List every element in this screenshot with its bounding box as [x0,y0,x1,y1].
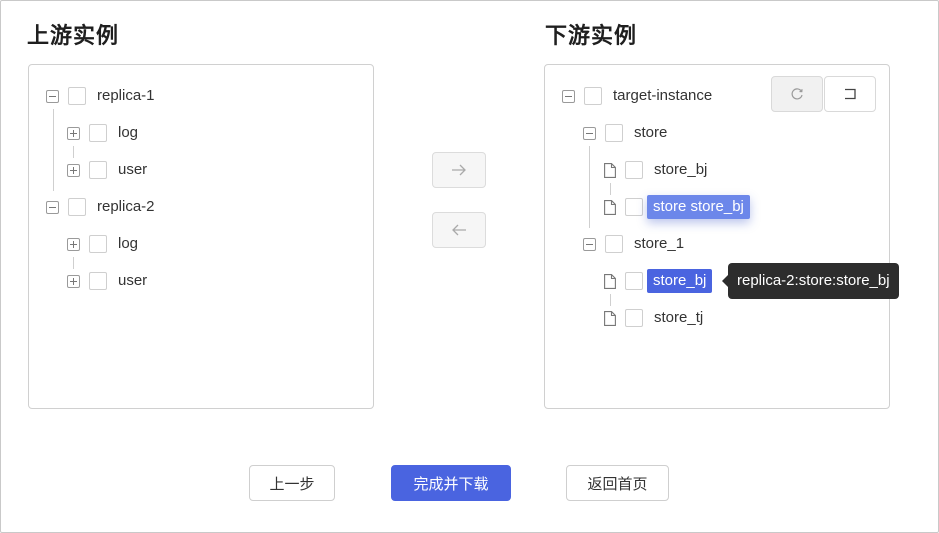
tree-node-log[interactable]: log [67,121,139,145]
node-label: store [634,124,668,141]
downstream-title: 下游实例 [545,24,638,49]
checkbox[interactable] [625,161,643,179]
tree-node-store-store-bj[interactable]: store store_bj [604,195,750,219]
upstream-title: 上游实例 [27,24,120,49]
expand-icon[interactable] [67,126,80,140]
file-icon [604,273,616,289]
checkbox[interactable] [625,272,643,290]
node-label: log [118,235,139,252]
tree-connector [73,146,74,158]
checkbox[interactable] [584,87,602,105]
tree-node-replica-2[interactable]: replica-2 [46,195,156,219]
collapse-icon[interactable] [562,89,575,103]
node-label-selected[interactable]: store_bj [647,269,713,293]
tree-node-store-tj[interactable]: store_tj [604,306,704,330]
tree-connector [610,294,611,306]
finish-download-button[interactable]: 完成并下载 [391,465,511,501]
collapse-icon[interactable] [583,237,596,251]
source-tooltip: replica-2:store:store_bj [722,263,899,299]
node-label: store_1 [634,235,685,252]
tree-connector [610,183,611,195]
file-icon [604,162,616,178]
tree-connector [589,146,590,228]
node-label: log [118,124,139,141]
tree-node-replica-1[interactable]: replica-1 [46,84,156,108]
node-label: target-instance [613,87,713,104]
collapse-icon[interactable] [46,89,59,103]
file-icon [604,310,616,326]
move-left-button[interactable] [432,212,486,248]
node-label: replica-2 [97,198,155,215]
checkbox[interactable] [89,272,107,290]
node-label: store_tj [654,309,704,326]
previous-step-button[interactable]: 上一步 [249,465,335,501]
checkbox[interactable] [89,235,107,253]
arrow-right-icon [452,164,466,176]
checkbox[interactable] [89,161,107,179]
tree-node-store-bj-selected[interactable]: store_bj [604,269,713,293]
back-home-button[interactable]: 返回首页 [566,465,669,501]
expand-icon[interactable] [67,163,80,177]
arrow-left-icon [452,224,466,236]
node-label: user [118,272,148,289]
tree-node-store-bj[interactable]: store_bj [604,158,708,182]
node-label-dragging[interactable]: store store_bj [647,195,750,219]
tree-node-target-instance[interactable]: target-instance [562,84,713,108]
checkbox[interactable] [625,309,643,327]
checkbox[interactable] [89,124,107,142]
refresh-icon [791,88,803,100]
undo-icon [845,88,856,100]
node-label: user [118,161,148,178]
refresh-button[interactable] [771,76,823,112]
expand-icon[interactable] [67,237,80,251]
collapse-icon[interactable] [583,126,596,140]
undo-button[interactable] [824,76,876,112]
checkbox[interactable] [625,198,643,216]
checkbox[interactable] [68,87,86,105]
checkbox[interactable] [68,198,86,216]
tree-node-user[interactable]: user [67,158,148,182]
file-icon [604,199,616,215]
tree-node-user[interactable]: user [67,269,148,293]
tree-node-store-1[interactable]: store_1 [583,232,685,256]
tree-node-log[interactable]: log [67,232,139,256]
tree-node-store[interactable]: store [583,121,668,145]
tree-connector [53,109,54,191]
node-label: store_bj [654,161,708,178]
collapse-icon[interactable] [46,200,59,214]
node-label: replica-1 [97,87,155,104]
expand-icon[interactable] [67,274,80,288]
checkbox[interactable] [605,124,623,142]
checkbox[interactable] [605,235,623,253]
move-right-button[interactable] [432,152,486,188]
tree-connector [73,257,74,269]
